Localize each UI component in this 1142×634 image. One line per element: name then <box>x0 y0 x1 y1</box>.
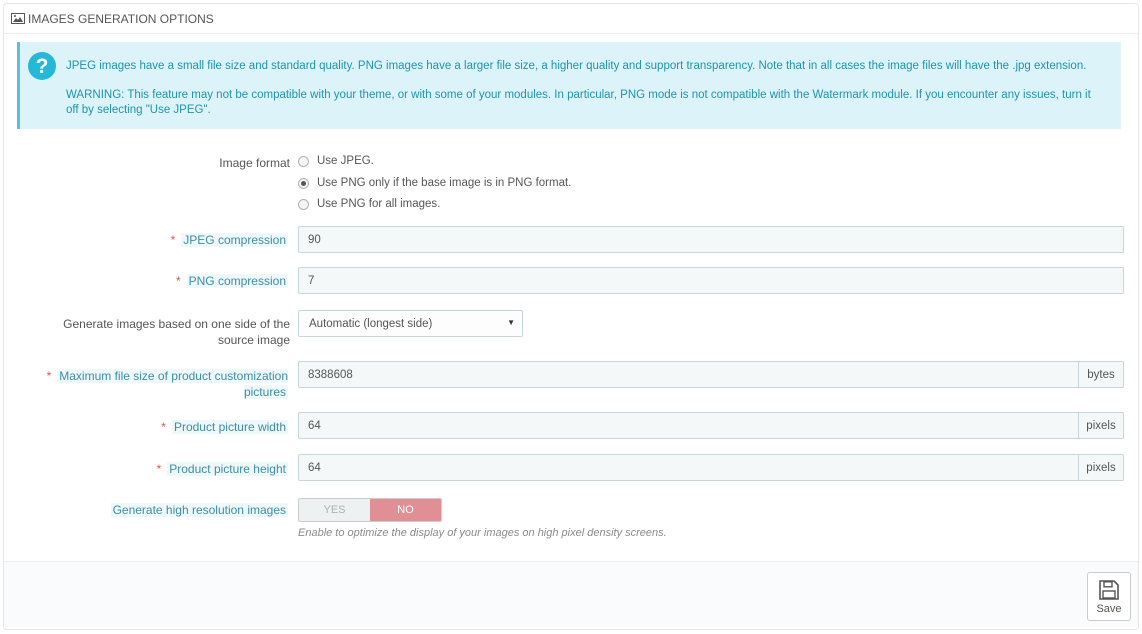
caret-down-icon: ▼ <box>507 318 515 327</box>
radio-button[interactable] <box>298 155 309 167</box>
picture-height-input[interactable]: 64 <box>298 454 1079 481</box>
max-file-size-input[interactable]: 8388608 <box>298 361 1079 388</box>
alert-text-warning: WARNING: This feature may not be compati… <box>66 89 1091 116</box>
panel-heading: IMAGES GENERATION OPTIONS <box>4 4 1138 34</box>
png-compression-input[interactable]: 7 <box>298 267 1124 294</box>
radio-button-checked[interactable] <box>298 177 309 189</box>
panel-footer: Save <box>4 561 1138 627</box>
radio-use-png-if-png[interactable]: Use PNG only if the base image is in PNG… <box>298 177 571 189</box>
radio-use-png-all[interactable]: Use PNG for all images. <box>298 198 440 210</box>
high-res-help-text: Enable to optimize the display of your i… <box>298 527 667 539</box>
alert-text-info: JPEG images have a small file size and s… <box>66 60 1087 72</box>
question-icon: ? <box>28 52 56 80</box>
pixels-addon: pixels <box>1079 412 1124 439</box>
picture-height-label: * Product picture height <box>156 462 288 476</box>
switch-no[interactable]: NO <box>370 499 441 521</box>
generate-side-label: Generate images based on one side of the… <box>63 317 290 347</box>
image-format-label: Image format <box>219 156 290 170</box>
save-icon <box>1099 579 1119 600</box>
picture-width-input[interactable]: 64 <box>298 412 1079 439</box>
radio-use-jpeg[interactable]: Use JPEG. <box>298 155 374 167</box>
png-compression-label: * PNG compression <box>175 274 288 288</box>
panel-title: IMAGES GENERATION OPTIONS <box>28 11 214 26</box>
pixels-addon: pixels <box>1079 454 1124 481</box>
generate-side-select[interactable]: Automatic (longest side) ▼ <box>298 310 523 337</box>
radio-button[interactable] <box>298 198 309 210</box>
info-alert: ? JPEG images have a small file size and… <box>17 42 1121 129</box>
jpeg-compression-input[interactable]: 90 <box>298 226 1124 253</box>
image-icon <box>11 13 25 24</box>
bytes-addon: bytes <box>1079 361 1124 388</box>
switch-yes[interactable]: YES <box>299 499 370 521</box>
jpeg-compression-label: * JPEG compression <box>170 233 288 247</box>
high-res-switch[interactable]: YES NO <box>298 498 442 522</box>
max-file-size-label: * Maximum file size of product customizat… <box>46 369 288 399</box>
save-button[interactable]: Save <box>1087 572 1131 621</box>
high-res-label: Generate high resolution images <box>110 503 288 517</box>
picture-width-label: * Product picture width <box>161 420 288 434</box>
